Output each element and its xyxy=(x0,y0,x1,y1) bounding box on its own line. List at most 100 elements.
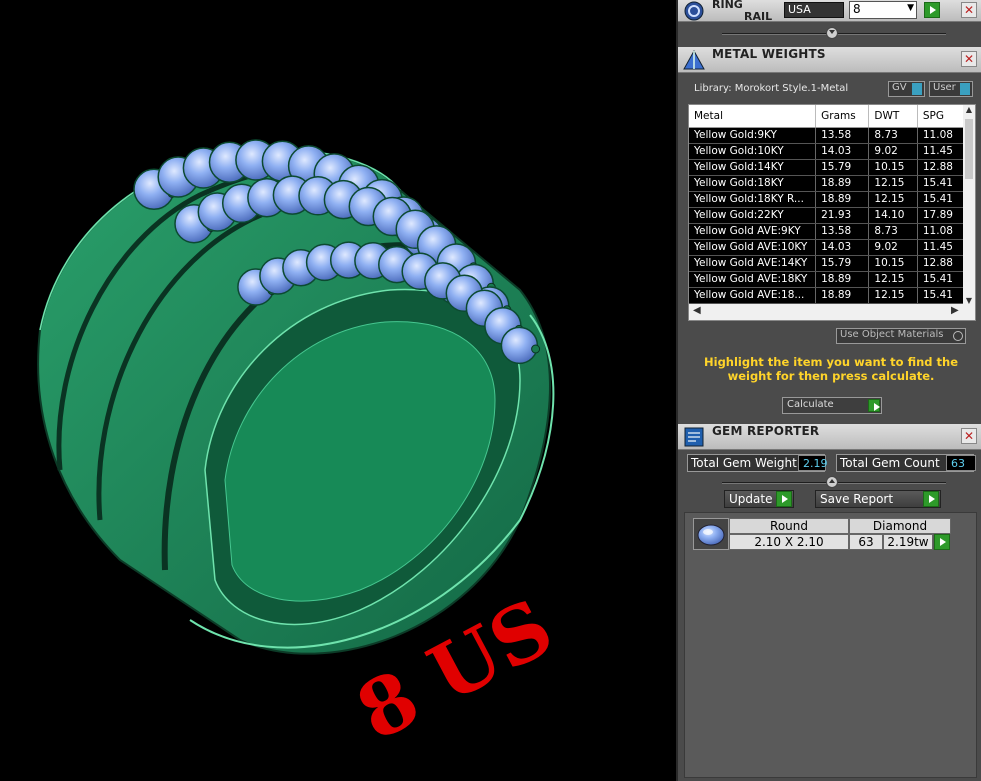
gem-stone xyxy=(500,326,539,365)
metal-table-cell: 10.15 xyxy=(868,255,918,272)
gem-thumbnail[interactable] xyxy=(693,518,729,550)
metal-table-cell: 15.41 xyxy=(917,287,965,304)
metal-table-cell: 13.58 xyxy=(815,223,870,240)
metal-table-cell: 12.15 xyxy=(868,191,918,208)
metal-table-cell: Yellow Gold:18KY xyxy=(689,175,817,192)
vscroll-thumb[interactable] xyxy=(965,119,973,179)
total-gem-weight-value: 2.19 xyxy=(798,455,828,471)
metal-table-cell: Yellow Gold AVE:9KY xyxy=(689,223,817,240)
save-report-button[interactable]: Save Report xyxy=(815,490,941,508)
ring-size-select[interactable]: 8 ▼ xyxy=(849,1,917,19)
gv-toggle[interactable]: GV xyxy=(888,81,925,97)
col-header-grams[interactable]: Grams xyxy=(815,105,870,128)
metal-table-row[interactable]: Yellow Gold:18KY 18.89 12.15 15.41 xyxy=(689,175,965,192)
scroll-up-icon[interactable]: ▲ xyxy=(963,105,975,114)
metal-table-row[interactable]: Yellow Gold:14KY 15.79 10.15 12.88 xyxy=(689,159,965,176)
ring-rail-slider-knob[interactable] xyxy=(826,27,838,39)
save-report-go-icon xyxy=(923,491,939,507)
metal-weights-close-button[interactable]: ✕ xyxy=(961,51,977,67)
metal-table-cell: 15.41 xyxy=(917,175,965,192)
update-button[interactable]: Update xyxy=(724,490,794,508)
calculate-button[interactable]: Calculate xyxy=(782,397,882,414)
metal-table-row[interactable]: Yellow Gold:22KY 21.93 14.10 17.89 xyxy=(689,207,965,224)
metal-table-cell: 9.02 xyxy=(868,143,918,160)
gem-reporter-title: GEM REPORTER xyxy=(712,424,820,438)
metal-table-cell: 15.79 xyxy=(815,159,870,176)
region-select[interactable]: USA xyxy=(784,2,844,18)
metal-table-cell: 12.15 xyxy=(868,271,918,288)
ring-rail-go-button[interactable] xyxy=(924,2,940,18)
gem-material-cell: Diamond xyxy=(849,518,951,534)
radio-icon xyxy=(953,331,963,341)
metal-table-cell: Yellow Gold AVE:14KY xyxy=(689,255,817,272)
metal-table-cell: 15.79 xyxy=(815,255,870,272)
use-object-materials-toggle[interactable]: Use Object Materials xyxy=(836,328,966,344)
metal-table-row[interactable]: Yellow Gold AVE:10KY 14.03 9.02 11.45 xyxy=(689,239,965,256)
col-header-metal[interactable]: Metal xyxy=(689,105,817,128)
prong xyxy=(531,344,541,354)
scroll-right-icon[interactable]: ▶ xyxy=(951,305,959,316)
gem-count-cell: 63 xyxy=(849,534,883,550)
ring-render: 8 US xyxy=(37,139,567,759)
gv-toggle-indicator xyxy=(912,83,922,95)
scale-icon xyxy=(683,49,705,70)
metal-table-cell: Yellow Gold AVE:18... xyxy=(689,287,817,304)
metal-table-cell: Yellow Gold AVE:18KY xyxy=(689,271,817,288)
metal-table-cell: 11.08 xyxy=(917,127,965,144)
metal-table-cell: 15.41 xyxy=(917,191,965,208)
ring-rail-title: RING RAIL xyxy=(712,0,773,23)
col-header-dwt[interactable]: DWT xyxy=(868,105,918,128)
metal-table-cell: 14.03 xyxy=(815,239,870,256)
user-toggle-indicator xyxy=(960,83,970,95)
metal-table-row[interactable]: Yellow Gold AVE:14KY 15.79 10.15 12.88 xyxy=(689,255,965,272)
metal-table-row[interactable]: Yellow Gold AVE:18... 18.89 12.15 15.41 xyxy=(689,287,965,304)
gem-size-cell: 2.10 X 2.10 xyxy=(729,534,849,550)
round-gem-icon xyxy=(697,524,725,546)
metal-table-cell: 12.15 xyxy=(868,287,918,304)
metal-table-row[interactable]: Yellow Gold AVE:18KY 18.89 12.15 15.41 xyxy=(689,271,965,288)
gem-weight-cell: 2.19tw xyxy=(883,534,933,550)
gem-reporter-close-button[interactable]: ✕ xyxy=(961,428,977,444)
metal-table-hscrollbar[interactable]: ◀ ▶ xyxy=(689,304,975,320)
gem-list: Round Diamond 2.10 X 2.10 63 2.19tw xyxy=(684,512,977,778)
metal-table-row[interactable]: Yellow Gold AVE:9KY 13.58 8.73 11.08 xyxy=(689,223,965,240)
ring-rail-close-button[interactable]: ✕ xyxy=(961,2,977,18)
metal-table-cell: 9.02 xyxy=(868,239,918,256)
gem-reporter-slider-knob[interactable] xyxy=(826,476,838,488)
metal-table-cell: 8.73 xyxy=(868,223,918,240)
metal-table-vscrollbar[interactable]: ▲ ▼ xyxy=(963,105,975,305)
metal-table-cell: 21.93 xyxy=(815,207,870,224)
metal-table-cell: 14.03 xyxy=(815,143,870,160)
ring-rail-icon xyxy=(684,1,704,21)
metal-table-row[interactable]: Yellow Gold:18KY R... 18.89 12.15 15.41 xyxy=(689,191,965,208)
metal-table-cell: 12.88 xyxy=(917,159,965,176)
metal-table-cell: Yellow Gold:14KY xyxy=(689,159,817,176)
col-header-spg[interactable]: SPG xyxy=(917,105,965,128)
ring-rail-header: RING RAIL USA 8 ▼ ✕ xyxy=(678,0,981,23)
side-panel: RING RAIL USA 8 ▼ ✕ METAL WEIGHTS ✕ Libr… xyxy=(676,0,981,781)
metal-table-row[interactable]: Yellow Gold:9KY 13.58 8.73 11.08 xyxy=(689,127,965,144)
metal-table-row[interactable]: Yellow Gold:10KY 14.03 9.02 11.45 xyxy=(689,143,965,160)
metal-table-cell: 13.58 xyxy=(815,127,870,144)
update-go-icon xyxy=(776,491,792,507)
metal-table: Metal Grams DWT SPG Yellow Gold:9KY 13.58… xyxy=(689,105,965,304)
library-label: Library: Morokort Style.1-Metal xyxy=(694,83,849,94)
3d-viewport[interactable]: 8 US xyxy=(0,0,676,781)
ring-bands xyxy=(37,148,555,655)
user-toggle[interactable]: User xyxy=(929,81,973,97)
total-gem-count-value: 63 xyxy=(946,455,976,471)
metal-table-cell: 14.10 xyxy=(868,207,918,224)
metal-table-cell: Yellow Gold:9KY xyxy=(689,127,817,144)
metal-table-cell: 11.08 xyxy=(917,223,965,240)
metal-table-cell: Yellow Gold:22KY xyxy=(689,207,817,224)
scroll-left-icon[interactable]: ◀ xyxy=(693,305,701,316)
metal-table-cell: 11.45 xyxy=(917,143,965,160)
metal-table-cell: 18.89 xyxy=(815,271,870,288)
gem-row-go-button[interactable] xyxy=(934,534,950,550)
metal-table-viewport: Metal Grams DWT SPG Yellow Gold:9KY 13.58… xyxy=(689,105,965,305)
metal-table-header-row: Metal Grams DWT SPG xyxy=(689,105,965,128)
metal-table-cell: 11.45 xyxy=(917,239,965,256)
metal-table-cell: 17.89 xyxy=(917,207,965,224)
metal-weights-header: METAL WEIGHTS ✕ xyxy=(678,47,981,73)
metal-table-cell: 15.41 xyxy=(917,271,965,288)
